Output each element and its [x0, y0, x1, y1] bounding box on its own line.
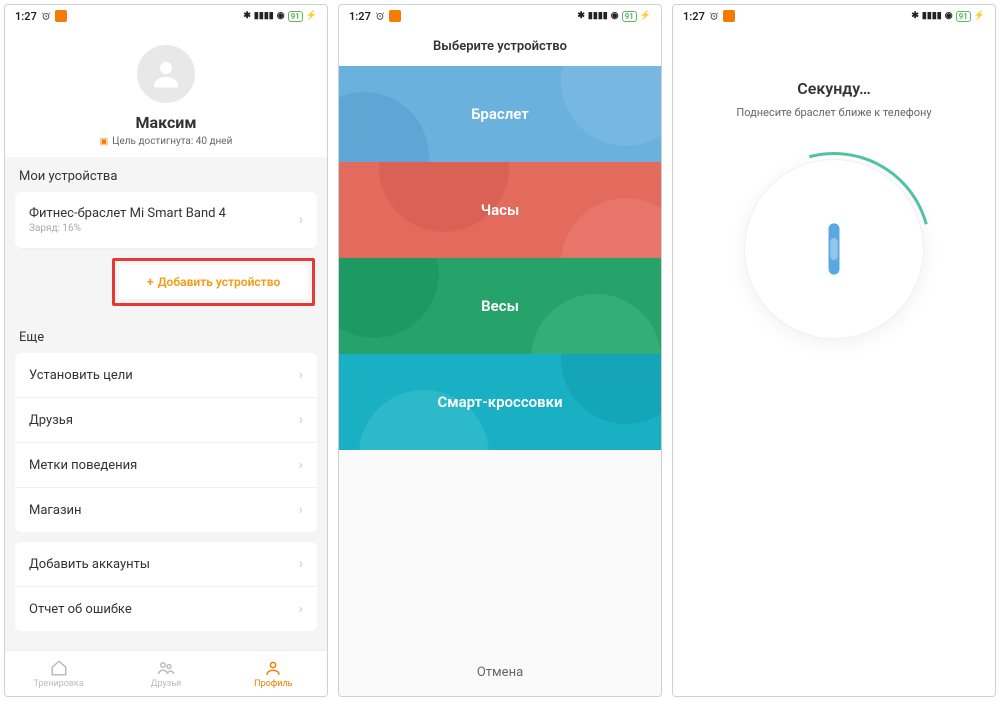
- tab-profile-label: Профиль: [254, 679, 292, 689]
- charge-icon: ⚡: [640, 11, 651, 21]
- alarm-icon: [375, 11, 385, 21]
- wifi-icon: ◉: [611, 11, 619, 21]
- section-my-devices: Мои устройства: [5, 157, 327, 192]
- add-device-label: Добавить устройство: [158, 275, 281, 289]
- choose-bracelet[interactable]: Браслет: [339, 66, 661, 162]
- bluetooth-icon: ✱: [243, 11, 251, 21]
- username: Максим: [5, 113, 327, 132]
- people-icon: [157, 659, 175, 677]
- row-friends-label: Друзья: [29, 413, 73, 428]
- choose-bracelet-label: Браслет: [471, 105, 529, 123]
- app-badge-icon: [55, 10, 67, 22]
- battery-icon: 91: [288, 11, 303, 22]
- choose-shoes[interactable]: Смарт-кроссовки: [339, 354, 661, 450]
- app-badge-icon: [389, 10, 401, 22]
- row-friends[interactable]: Друзья ›: [15, 398, 317, 443]
- searching-spinner: [744, 159, 924, 339]
- row-accounts-label: Добавить аккаунты: [29, 557, 150, 572]
- section-more: Еще: [5, 318, 327, 353]
- tab-profile[interactable]: Профиль: [220, 651, 327, 696]
- row-store-label: Магазин: [29, 503, 82, 518]
- bluetooth-icon: ✱: [577, 11, 585, 21]
- screen-profile: 1:27 ✱ ▮▮▮▮ ◉ 91 ⚡ Максим ▣ Цель достигн…: [4, 4, 328, 697]
- status-bar: 1:27 ✱ ▮▮▮▮ ◉ 91 ⚡: [5, 5, 327, 27]
- row-tags[interactable]: Метки поведения ›: [15, 443, 317, 488]
- tab-friends[interactable]: Друзья: [112, 651, 219, 696]
- status-bar: 1:27 ✱ ▮▮▮▮ ◉ 91 ⚡: [673, 5, 995, 27]
- signal-icon: ▮▮▮▮: [588, 11, 608, 21]
- alarm-icon: [41, 11, 51, 21]
- bluetooth-icon: ✱: [911, 11, 919, 21]
- row-store[interactable]: Магазин ›: [15, 488, 317, 532]
- wifi-icon: ◉: [277, 11, 285, 21]
- avatar[interactable]: [137, 45, 195, 103]
- chevron-right-icon: ›: [299, 457, 303, 473]
- row-goals[interactable]: Установить цели ›: [15, 353, 317, 398]
- goal-text: Цель достигнута: 40 дней: [112, 136, 232, 147]
- tab-training[interactable]: Тренировка: [5, 651, 112, 696]
- add-device-button[interactable]: + Добавить устройство: [119, 265, 308, 299]
- status-bar: 1:27 ✱ ▮▮▮▮ ◉ 91 ⚡: [339, 5, 661, 27]
- person-icon: [148, 56, 184, 92]
- tab-friends-label: Друзья: [151, 679, 181, 689]
- choose-watch-label: Часы: [481, 201, 520, 219]
- device-row[interactable]: Фитнес-браслет Mi Smart Band 4 Заряд: 16…: [15, 192, 317, 248]
- cancel-button[interactable]: Отмена: [339, 649, 661, 696]
- choose-shoes-label: Смарт-кроссовки: [437, 393, 562, 411]
- profile-header: Максим ▣ Цель достигнута: 40 дней: [5, 27, 327, 157]
- searching-subtitle: Поднесите браслет ближе к телефону: [736, 106, 931, 119]
- charge-icon: ⚡: [306, 11, 317, 21]
- screen-choose-device: 1:27 ✱ ▮▮▮▮ ◉ 91 ⚡ Выберите устройство Б…: [338, 4, 662, 697]
- signal-icon: ▮▮▮▮: [922, 11, 942, 21]
- row-goals-label: Установить цели: [29, 368, 133, 383]
- chevron-right-icon: ›: [299, 601, 303, 617]
- status-time: 1:27: [15, 10, 37, 23]
- plus-icon: +: [147, 275, 154, 289]
- goal-icon: ▣: [100, 137, 109, 147]
- row-tags-label: Метки поведения: [29, 458, 137, 473]
- row-accounts[interactable]: Добавить аккаунты ›: [15, 542, 317, 587]
- battery-icon: 91: [956, 11, 971, 22]
- tab-training-label: Тренировка: [34, 679, 84, 689]
- chevron-right-icon: ›: [299, 212, 303, 228]
- status-time: 1:27: [349, 10, 371, 23]
- screen-searching: 1:27 ✱ ▮▮▮▮ ◉ 91 ⚡ Секунду… Поднесите бр…: [672, 4, 996, 697]
- signal-icon: ▮▮▮▮: [254, 11, 274, 21]
- alarm-icon: [709, 11, 719, 21]
- row-bug-label: Отчет об ошибке: [29, 602, 132, 617]
- chevron-right-icon: ›: [299, 412, 303, 428]
- chevron-right-icon: ›: [299, 367, 303, 383]
- band-icon: [823, 220, 845, 278]
- row-bug[interactable]: Отчет об ошибке ›: [15, 587, 317, 631]
- wifi-icon: ◉: [945, 11, 953, 21]
- tab-bar: Тренировка Друзья Профиль: [5, 650, 327, 696]
- choose-title: Выберите устройство: [339, 27, 661, 66]
- charge-icon: ⚡: [974, 11, 985, 21]
- home-icon: [50, 659, 68, 677]
- choose-scale-label: Весы: [481, 297, 519, 315]
- choose-watch[interactable]: Часы: [339, 162, 661, 258]
- profile-icon: [264, 659, 282, 677]
- device-name: Фитнес-браслет Mi Smart Band 4: [29, 206, 226, 221]
- status-time: 1:27: [683, 10, 705, 23]
- highlight-box: + Добавить устройство: [112, 258, 315, 306]
- battery-icon: 91: [622, 11, 637, 22]
- chevron-right-icon: ›: [299, 502, 303, 518]
- app-badge-icon: [723, 10, 735, 22]
- chevron-right-icon: ›: [299, 556, 303, 572]
- searching-title: Секунду…: [797, 79, 870, 98]
- choose-scale[interactable]: Весы: [339, 258, 661, 354]
- device-charge: Заряд: 16%: [29, 223, 226, 234]
